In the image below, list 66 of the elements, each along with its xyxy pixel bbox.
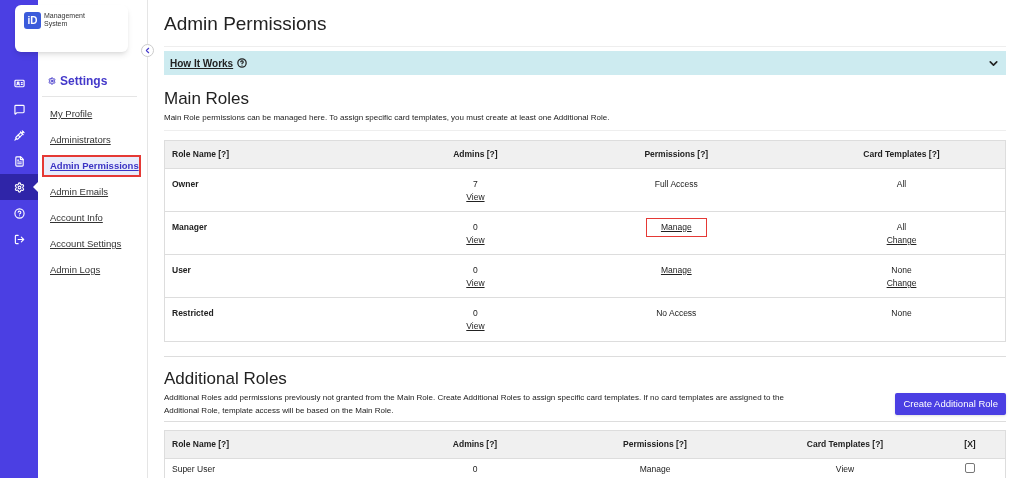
syringe-icon [13,129,25,141]
admin-count: 0 [471,463,479,476]
role-name: User [171,264,192,277]
column-header: Permissions [?] [622,438,688,451]
sidebar-link[interactable]: Administrators [42,129,141,151]
template-access: None [891,264,912,277]
template-access: View [834,463,856,476]
id-card-icon [13,77,25,89]
section-description: Additional Roles add permissions previously not granted from the Main Role. Create Additional Roles to assign specific card templates. If no card templates are assigned to the Additional Role, template access will be based on the Main Role. [164,392,785,417]
role-name: Owner [171,178,200,191]
document-icon [13,155,25,167]
permission-text: Manage [638,463,672,476]
column-header: Card Templates [?] [862,148,941,161]
sidebar-link[interactable]: Account Info [42,207,141,229]
pointer-icon [33,182,38,192]
template-access: All [896,178,907,191]
template-access: None [891,307,912,320]
column-header: Admins [?] [452,148,499,161]
collapse-button[interactable] [141,44,154,57]
manage-link[interactable]: Manage [645,218,707,237]
help-icon [13,207,25,219]
sidebar-link[interactable]: Admin Logs [42,259,141,281]
admin-count: 0 [473,307,478,320]
role-name: Manager [171,221,208,234]
chevron-left-icon [143,46,152,55]
chat-icon [13,103,25,115]
help-icon [237,58,248,68]
create-role-button[interactable]: Create Additional Role [895,393,1006,415]
column-header: Permissions [?] [643,148,710,161]
section-title: Main Roles [164,89,251,109]
sidebar-link[interactable]: Admin Emails [42,181,141,203]
permission-text: No Access [655,307,698,320]
how-it-works-link[interactable]: How It Works [170,55,234,71]
column-header: Role Name [?] [171,148,231,161]
role-name: Restricted [171,307,215,320]
logo-mark: iD [24,12,41,29]
admin-count: 0 [473,264,478,277]
sidebar-link[interactable]: Account Settings [42,233,141,255]
view-link[interactable]: View [466,191,485,204]
template-access: All [896,221,907,234]
settings-icon [48,77,56,85]
section-title: Additional Roles [164,369,288,389]
logout-icon [13,233,25,245]
admin-count: 7 [473,178,478,191]
page-title: Admin Permissions [164,12,1006,47]
change-link[interactable]: Change [886,234,917,247]
view-link[interactable]: View [466,277,485,290]
column-header: [X] [963,438,977,451]
permission-text: Full Access [653,178,699,191]
change-link[interactable]: Change [886,277,917,290]
sidebar-heading: Settings [60,73,108,90]
column-header: Role Name [?] [171,438,231,451]
rail-button[interactable] [0,174,38,200]
settings-icon [13,181,25,193]
admin-count: 0 [473,221,478,234]
how-it-works-bar[interactable]: How It Works [164,51,1006,75]
section-description: Main Role permissions can be managed here. To assign specific card templates, you must create at least one Additional Role. [164,112,1006,131]
checkbox[interactable] [965,463,975,473]
view-link[interactable]: View [466,234,485,247]
manage-link[interactable]: Manage [645,261,707,280]
view-link[interactable]: View [466,320,485,333]
sidebar-link[interactable]: Admin Permissions [42,155,141,177]
role-name: Super User [171,463,216,476]
column-header: Card Templates [?] [805,438,885,451]
sidebar-link[interactable]: My Profile [42,103,141,125]
column-header: Admins [?] [451,438,499,451]
